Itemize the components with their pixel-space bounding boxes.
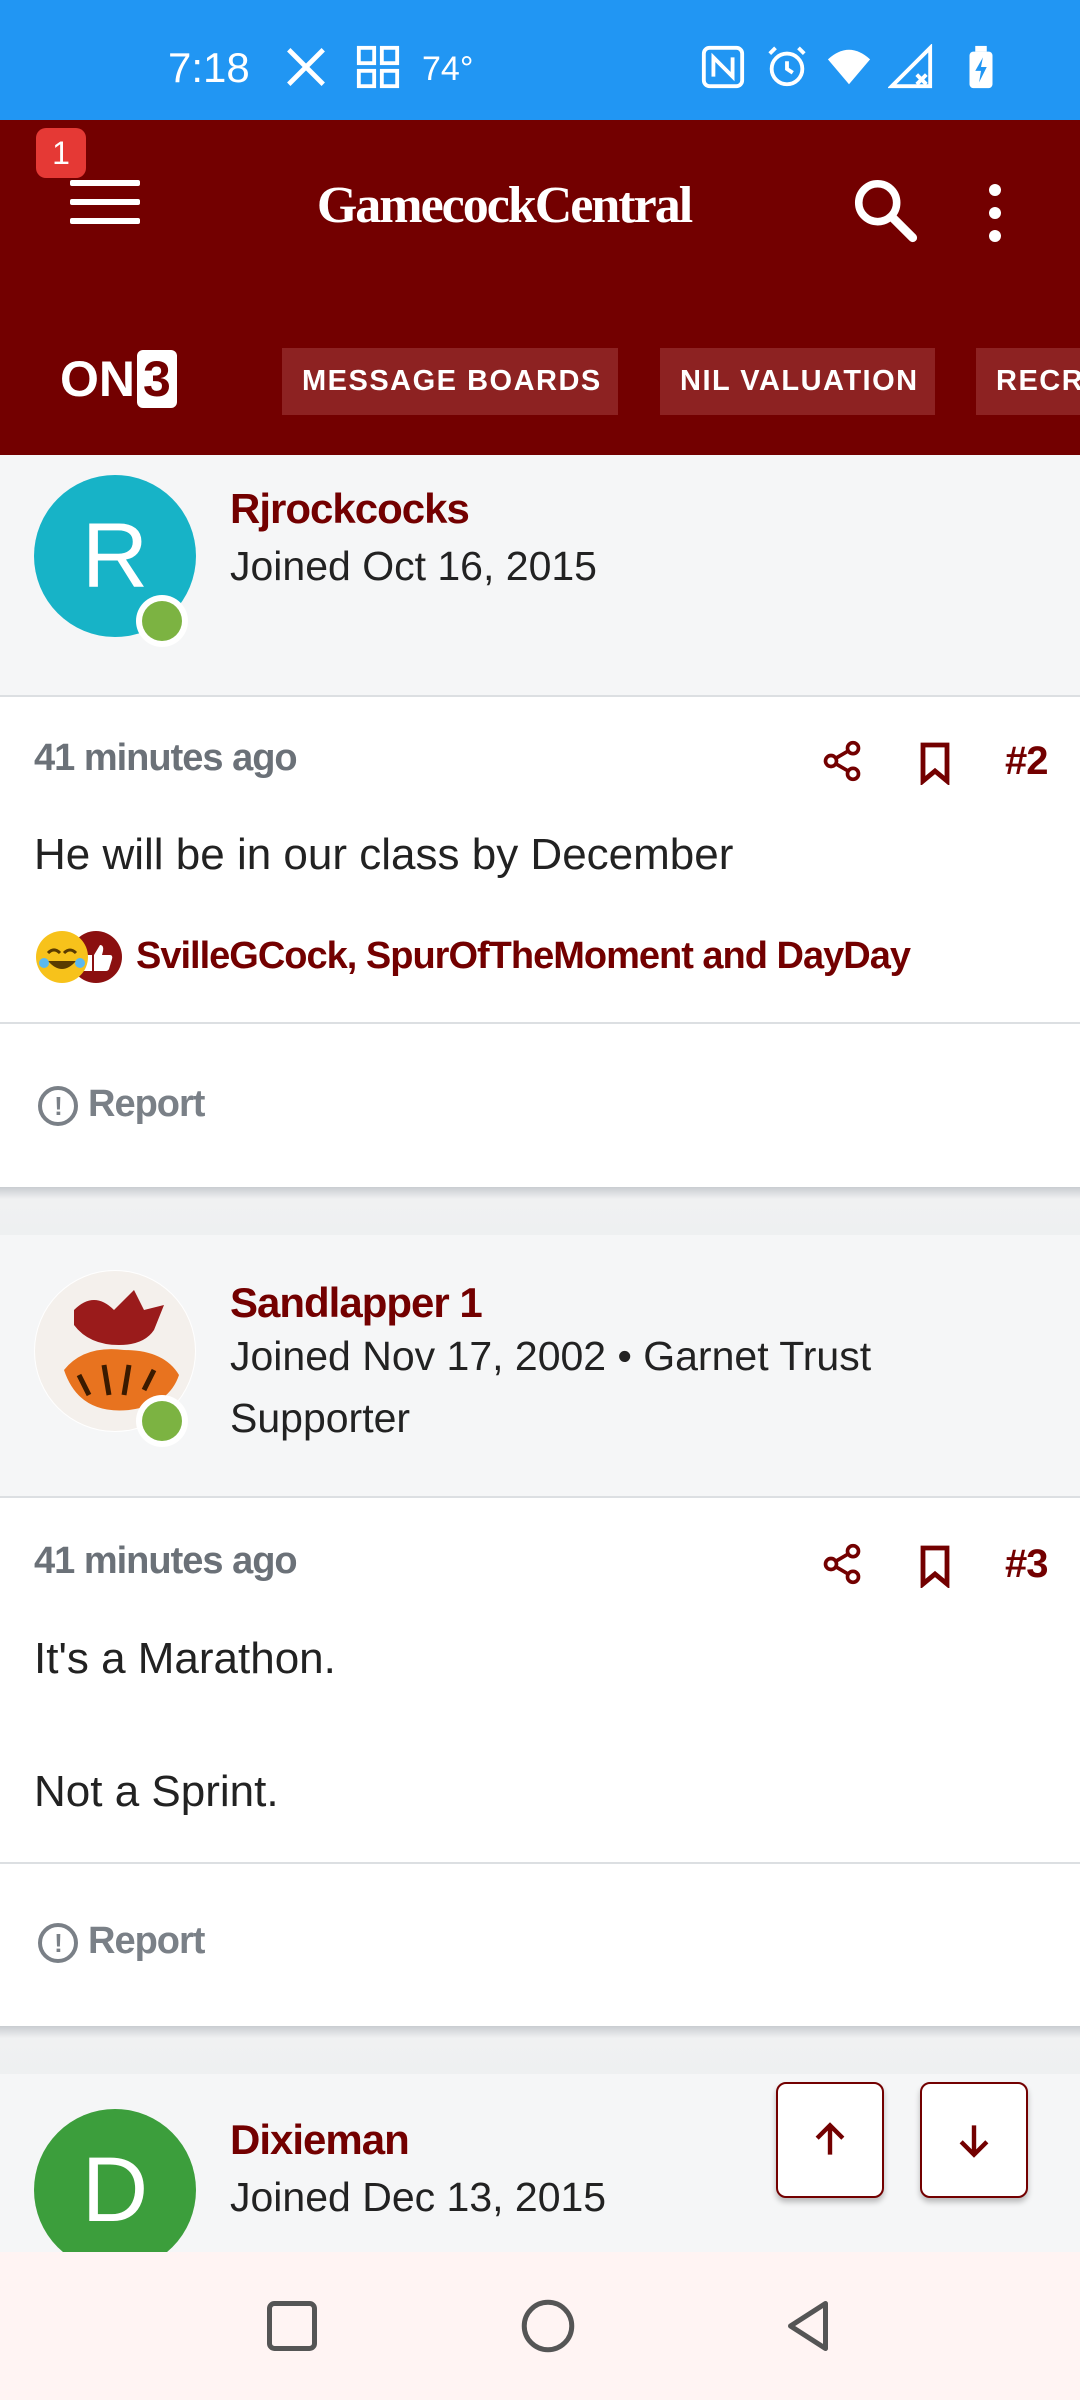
more-options-icon[interactable] (975, 178, 1015, 244)
tab-recruiting[interactable]: RECRUITING (976, 348, 1080, 415)
battery-charging-icon (969, 45, 993, 89)
reaction-users[interactable]: SvilleGCock, SpurOfTheMoment and DayDay (136, 935, 911, 978)
scroll-down-button[interactable] (920, 2082, 1028, 2198)
bookmark-icon[interactable] (918, 1544, 952, 1588)
report-button[interactable]: ! Report (38, 1920, 205, 1963)
signal-icon (888, 44, 933, 89)
arrow-down-icon (959, 2125, 989, 2158)
divider (0, 1862, 1080, 1864)
bookmark-icon[interactable] (918, 741, 952, 785)
on3-logo[interactable]: ON 3 (60, 350, 177, 408)
home-icon[interactable] (518, 2296, 578, 2356)
post-text: Not a Sprint. (34, 1767, 279, 1816)
tab-nil-valuation[interactable]: NIL VALUATION (660, 348, 935, 415)
report-alert-icon: ! (38, 1922, 78, 1963)
nfc-icon (701, 45, 745, 89)
report-alert-icon: ! (38, 1085, 78, 1126)
on3-logo-digit: 3 (137, 350, 177, 408)
back-icon[interactable] (778, 2296, 838, 2356)
online-status-icon (136, 595, 188, 647)
online-status-icon (136, 1395, 188, 1447)
on3-logo-text: ON (60, 351, 135, 407)
qr-widget-icon (356, 45, 400, 89)
post-separator (0, 1187, 1080, 1235)
recents-icon[interactable] (262, 2296, 322, 2356)
report-label: Report (88, 1920, 205, 1962)
status-temperature: 74° (422, 50, 474, 88)
post-separator (0, 2026, 1080, 2074)
post-author-header: Sandlapper 1 Joined Nov 17, 2002 • Garne… (0, 1235, 1080, 1498)
scroll-up-button[interactable] (776, 2082, 884, 2198)
post-time[interactable]: 41 minutes ago (34, 737, 298, 780)
author-joined: Joined Dec 13, 2015 (230, 2174, 607, 2220)
wifi-icon (827, 49, 871, 85)
author-name[interactable]: Rjrockcocks (230, 485, 470, 533)
tab-message-boards[interactable]: MESSAGE BOARDS (282, 348, 618, 415)
share-icon[interactable] (820, 739, 864, 783)
system-nav-bar (0, 2252, 1080, 2400)
post-body: 41 minutes ago #2 He will be in our clas… (0, 697, 1080, 1187)
post-text: It's a Marathon. (34, 1634, 336, 1683)
author-joined: Joined Oct 16, 2015 (230, 543, 597, 589)
author-name[interactable]: Sandlapper 1 (230, 1279, 483, 1327)
divider (0, 1022, 1080, 1024)
notification-badge: 1 (36, 128, 86, 178)
post-author-header: D Dixieman Joined Dec 13, 2015 (0, 2074, 1080, 2271)
search-icon[interactable] (850, 175, 920, 245)
author-name[interactable]: Dixieman (230, 2116, 410, 2164)
avatar[interactable]: D (34, 2109, 196, 2271)
hamburger-menu-icon[interactable] (70, 180, 140, 240)
reaction-icons[interactable] (34, 929, 126, 985)
post-number[interactable]: #2 (1005, 739, 1048, 784)
post-number[interactable]: #3 (1005, 1542, 1048, 1587)
post-time[interactable]: 41 minutes ago (34, 1540, 298, 1583)
status-bar: 7:18 74° (0, 0, 1080, 120)
x-logo-icon (287, 48, 325, 86)
post-body: 41 minutes ago #3 It's a Marathon. Not a… (0, 1498, 1080, 2026)
author-joined: Joined Nov 17, 2002 • Garnet Trust Suppo… (230, 1333, 872, 1441)
post-text: He will be in our class by December (34, 830, 734, 879)
report-button[interactable]: ! Report (38, 1083, 205, 1126)
status-time: 7:18 (168, 44, 250, 91)
arrow-up-icon (815, 2122, 845, 2155)
share-icon[interactable] (820, 1542, 864, 1586)
alarm-icon (768, 46, 806, 87)
site-brand[interactable]: GamecockCentral (300, 176, 708, 235)
report-label: Report (88, 1083, 205, 1125)
post-author-header: R Rjrockcocks Joined Oct 16, 2015 (0, 455, 1080, 697)
